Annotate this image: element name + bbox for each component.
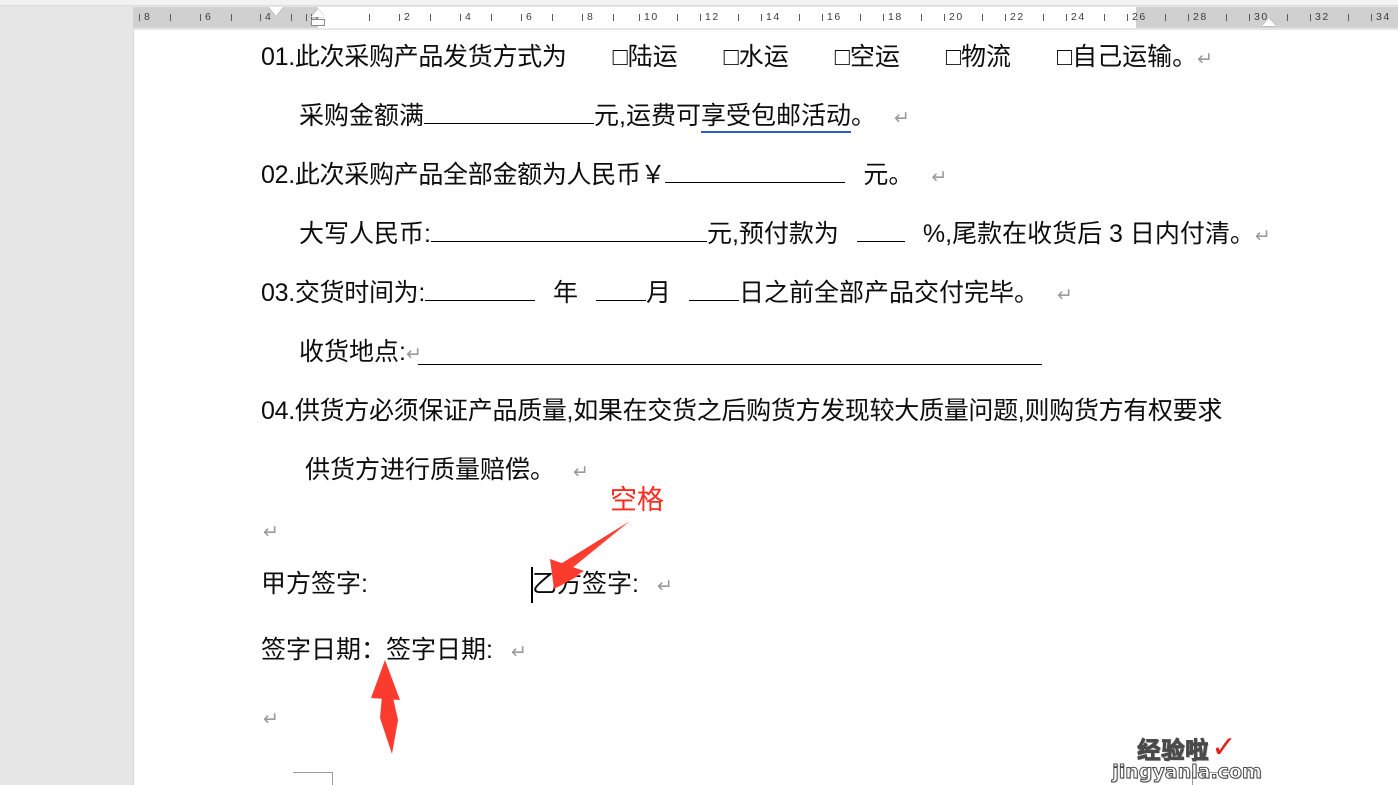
watermark-domain: jingyanla.com <box>1112 761 1263 784</box>
document-body[interactable]: 01.此次采购产品发货方式为 □陆运 □水运 □空运 □物流 □自己运输。↵ 采购金额满元… <box>133 30 1398 785</box>
party-a-signature-label: 甲方签字: <box>261 570 368 598</box>
pilcrow-mark: ↵ <box>1057 284 1073 306</box>
purchase-amount-blank[interactable] <box>424 101 595 124</box>
paragraph-02-line1[interactable]: 02.此次采购产品全部金额为人民币￥ 元。 ↵ <box>261 160 947 192</box>
paragraph-04-line2[interactable]: 供货方进行质量赔偿。 ↵ <box>305 455 589 487</box>
annotation-label-space: 空格 <box>610 485 664 515</box>
delivery-tail-text: 日之前全部产品交付完毕。 <box>739 279 1040 307</box>
pilcrow-mark: ↵ <box>573 461 589 483</box>
free-shipping-phrase: 享受包邮活动 <box>700 102 851 133</box>
right-indent-marker[interactable] <box>1262 18 1276 26</box>
arrow-to-signature-icon <box>550 521 630 589</box>
year-unit: 年 <box>553 279 579 307</box>
option-self-transport[interactable]: □自己运输。 <box>1057 43 1197 71</box>
pilcrow-mark: ↵ <box>894 107 910 129</box>
amount-in-words-label: 大写人民币: <box>299 220 431 248</box>
option-water-transport[interactable]: □水运 <box>724 43 789 71</box>
pilcrow-mark: ↵ <box>931 166 948 188</box>
option-logistics[interactable]: □物流 <box>946 43 1011 71</box>
balance-payment-text: %,尾款在收货后 3 日内付清。 <box>922 220 1255 248</box>
document-page[interactable]: 01.此次采购产品发货方式为 □陆运 □水运 □空运 □物流 □自己运输。↵ 采购金额满元… <box>133 30 1398 785</box>
month-unit: 月 <box>646 279 672 307</box>
horizontal-ruler[interactable]: 8 6 4 2 2 4 6 8 10 12 14 16 18 20 22 24 … <box>133 7 1398 28</box>
pilcrow-mark: ↵ <box>263 708 279 730</box>
delivery-address-label: 收货地点: <box>299 338 406 366</box>
yuan-unit: 元。 <box>863 161 914 189</box>
total-amount-blank[interactable] <box>665 160 846 183</box>
shipping-text: 元,运费可 <box>594 102 701 130</box>
site-watermark: 经验啦✓ jingyanla.com <box>1112 730 1263 784</box>
margin-crop-mark-bottom-left-vertical <box>332 772 333 785</box>
paragraph-01-line2[interactable]: 采购金额满 元,运费可享受包邮活动。 ↵ <box>299 101 910 133</box>
pilcrow-mark: ↵ <box>656 575 673 597</box>
watermark-check-icon: ✓ <box>1211 731 1237 764</box>
signature-line-party-a[interactable]: 甲方签字: <box>261 569 368 599</box>
delivery-month-blank[interactable] <box>596 278 647 301</box>
document-view-window: 8 6 4 2 2 4 6 8 10 12 14 16 18 20 22 24 … <box>0 0 1398 785</box>
left-indent-box-marker[interactable] <box>311 19 325 26</box>
delivery-year-blank[interactable] <box>425 278 535 301</box>
delivery-day-blank[interactable] <box>689 278 740 301</box>
pilcrow-mark: ↵ <box>1254 225 1271 247</box>
clause-04-continued: 供货方进行质量赔偿。 <box>305 456 556 484</box>
empty-paragraph-2[interactable]: ↵ <box>263 702 279 734</box>
prepayment-percent-blank[interactable] <box>856 219 905 242</box>
pilcrow-mark: ↵ <box>1197 48 1214 70</box>
clause-04-text: 04.供货方必须保证产品质量,如果在交货之后购货方发现较大质量问题,则购货方有权… <box>261 397 1223 425</box>
first-line-indent-marker[interactable] <box>269 7 283 16</box>
toolbar-bottom-edge <box>0 0 1398 6</box>
watermark-brand-cn: 经验啦 <box>1137 737 1210 764</box>
clause-03-text: 03.交货时间为: <box>261 279 425 307</box>
paragraph-03-line1[interactable]: 03.交货时间为: 年 月 日之前全部产品交付完毕。 ↵ <box>261 278 1073 310</box>
paragraph-01-line1[interactable]: 01.此次采购产品发货方式为 □陆运 □水运 □空运 □物流 □自己运输。↵ <box>261 42 1213 74</box>
pilcrow-mark: ↵ <box>510 641 527 663</box>
amount-in-words-blank[interactable] <box>430 219 707 242</box>
empty-paragraph-1[interactable]: ↵ <box>263 515 279 547</box>
delivery-address-blank[interactable] <box>418 364 1042 365</box>
prepayment-text: 元,预付款为 <box>706 220 839 248</box>
period-mark: 。 <box>850 102 876 130</box>
pilcrow-mark: ↵ <box>405 343 422 365</box>
option-air-transport[interactable]: □空运 <box>835 43 900 71</box>
margin-crop-mark-bottom-left <box>293 772 333 785</box>
paragraph-04-line1[interactable]: 04.供货方必须保证产品质量,如果在交货之后购货方发现较大质量问题,则购货方有权… <box>261 396 1222 426</box>
paragraph-03-line2[interactable]: 收货地点:↵ <box>299 337 422 369</box>
hanging-indent-marker[interactable] <box>311 9 325 17</box>
arrow-to-signature-date-icon <box>371 660 400 754</box>
clause-02-text: 02.此次采购产品全部金额为人民币￥ <box>261 161 666 189</box>
clause-01-text: 01.此次采购产品发货方式为 <box>261 43 567 71</box>
pilcrow-mark: ↵ <box>263 521 279 543</box>
option-land-transport[interactable]: □陆运 <box>613 43 678 71</box>
purchase-amount-label: 采购金额满 <box>299 102 425 130</box>
paragraph-02-line2[interactable]: 大写人民币: 元,预付款为 %,尾款在收货后 3 日内付清。↵ <box>299 219 1271 251</box>
